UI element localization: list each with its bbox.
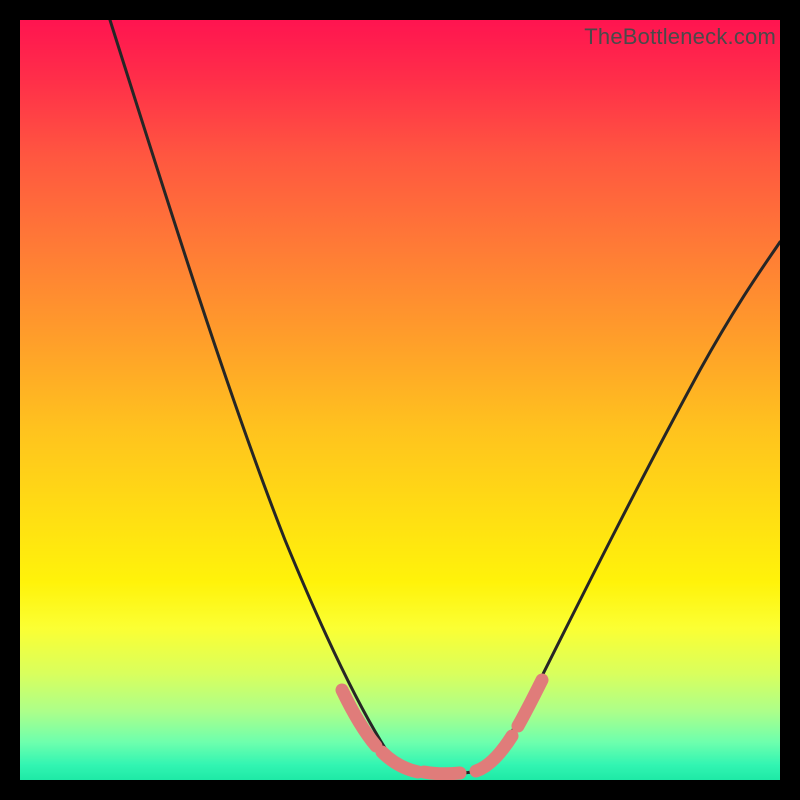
curve-layer (20, 20, 780, 780)
highlight-left-2 (382, 752, 418, 772)
highlight-right-1 (476, 736, 512, 771)
left-curve (110, 20, 420, 772)
watermark-text: TheBottleneck.com (584, 24, 776, 50)
plot-area (20, 20, 780, 780)
highlight-right-2 (518, 680, 542, 726)
highlight-left-1 (342, 690, 376, 746)
chart-frame: TheBottleneck.com (0, 0, 800, 800)
right-curve (472, 242, 780, 772)
highlight-left-3 (424, 772, 460, 774)
